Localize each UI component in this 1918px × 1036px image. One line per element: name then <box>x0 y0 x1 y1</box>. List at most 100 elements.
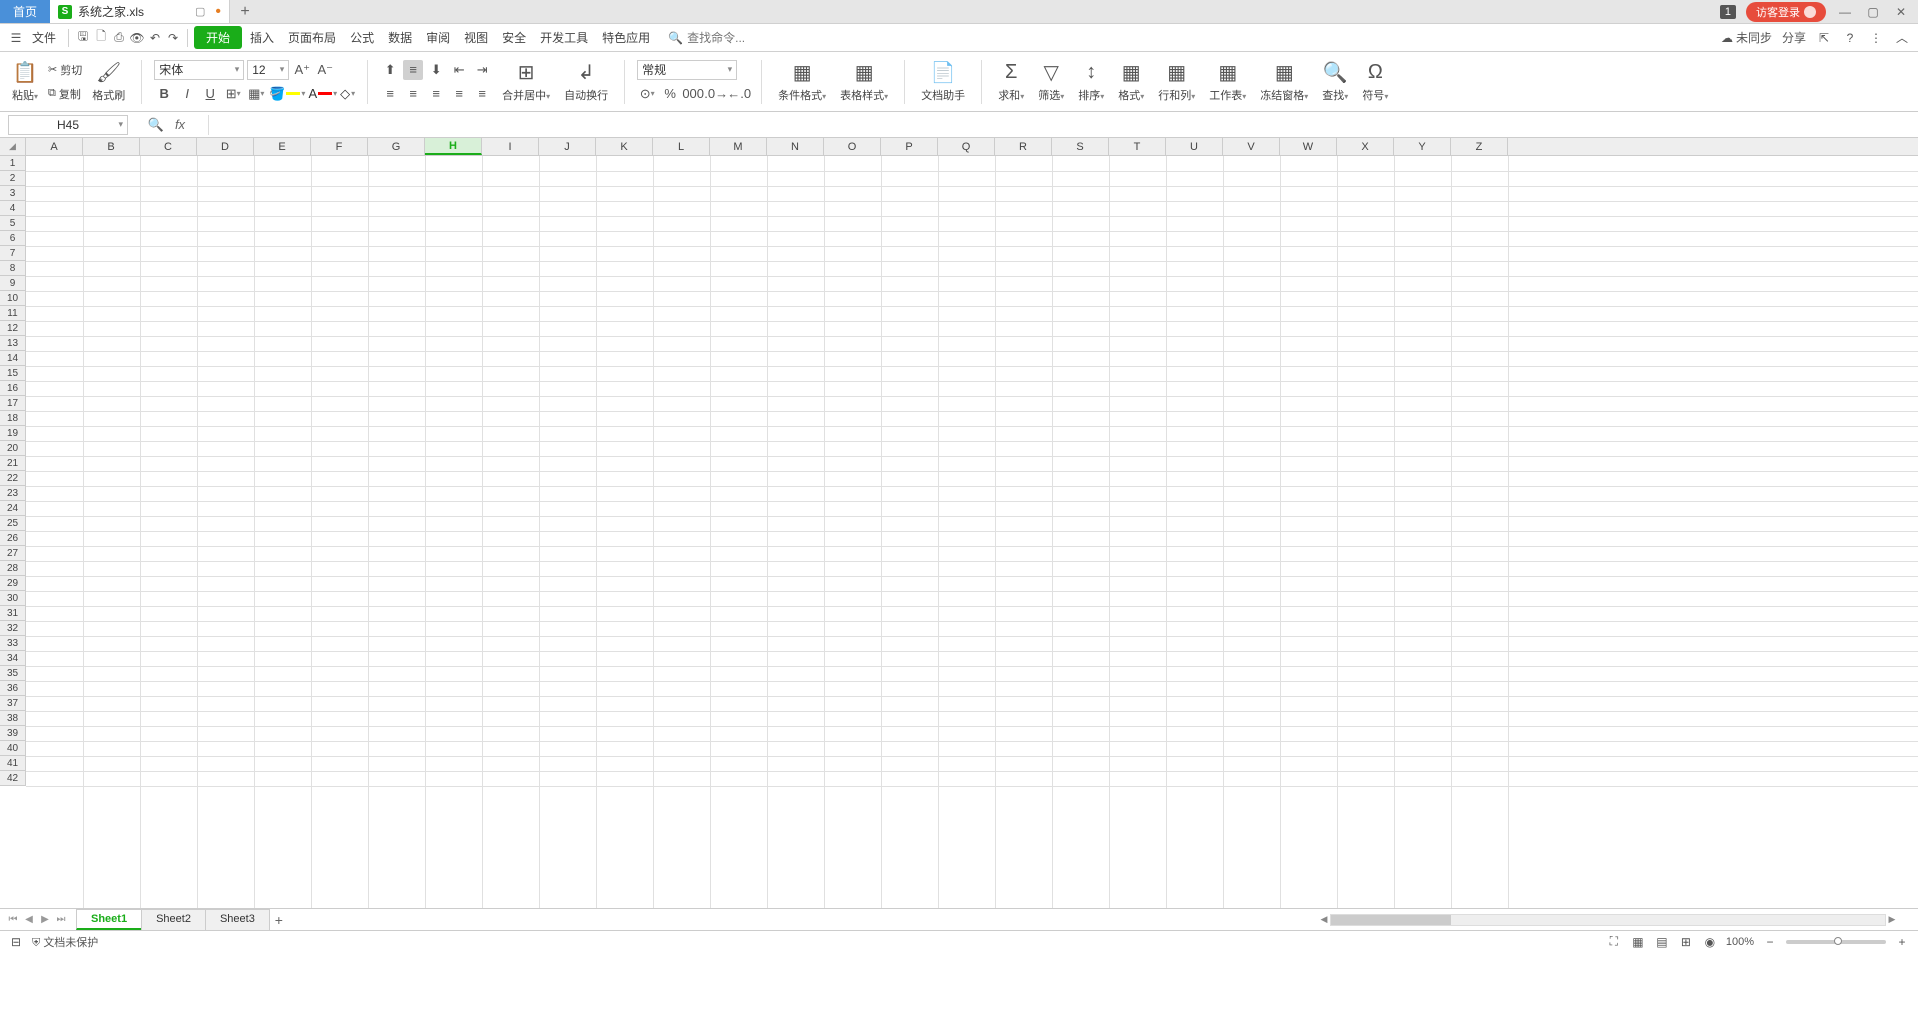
row-header[interactable]: 36 <box>0 681 25 696</box>
row-header[interactable]: 4 <box>0 201 25 216</box>
increase-decimal-button[interactable]: .0→ <box>706 84 726 104</box>
row-header[interactable]: 26 <box>0 531 25 546</box>
normal-view-icon[interactable]: ▦ <box>1630 934 1646 950</box>
row-header[interactable]: 8 <box>0 261 25 276</box>
column-header[interactable]: K <box>596 138 653 155</box>
increase-font-icon[interactable]: A⁺ <box>292 60 312 80</box>
file-tab[interactable]: S 系统之家.xls ▢ • <box>50 0 230 23</box>
row-header[interactable]: 10 <box>0 291 25 306</box>
row-header[interactable]: 35 <box>0 666 25 681</box>
tab-formula[interactable]: 公式 <box>344 26 380 49</box>
column-header[interactable]: C <box>140 138 197 155</box>
tab-view[interactable]: 视图 <box>458 26 494 49</box>
zoom-out-button[interactable]: − <box>1762 934 1778 950</box>
column-header[interactable]: B <box>83 138 140 155</box>
column-header[interactable]: U <box>1166 138 1223 155</box>
tab-page-layout[interactable]: 页面布局 <box>282 26 342 49</box>
column-header[interactable]: T <box>1109 138 1166 155</box>
column-header[interactable]: F <box>311 138 368 155</box>
find-button[interactable]: 🔍查找▾ <box>1318 59 1352 105</box>
page-layout-icon[interactable]: ▤ <box>1654 934 1670 950</box>
more-icon[interactable]: ⋮ <box>1868 30 1884 46</box>
column-header[interactable]: N <box>767 138 824 155</box>
row-header[interactable]: 30 <box>0 591 25 606</box>
row-header[interactable]: 31 <box>0 606 25 621</box>
symbol-button[interactable]: Ω符号▾ <box>1358 59 1392 105</box>
horizontal-scrollbar[interactable]: ◀▶ <box>1318 913 1898 927</box>
select-all-corner[interactable]: ◢ <box>0 138 26 156</box>
tab-start[interactable]: 开始 <box>194 26 242 49</box>
filter-button[interactable]: ▽筛选▾ <box>1034 59 1068 105</box>
file-menu[interactable]: 文件 <box>26 26 62 49</box>
command-search[interactable]: 🔍 <box>668 31 787 45</box>
maximize-button[interactable]: ▢ <box>1864 3 1882 21</box>
italic-button[interactable]: I <box>177 84 197 104</box>
tab-special[interactable]: 特色应用 <box>596 26 656 49</box>
column-header[interactable]: Y <box>1394 138 1451 155</box>
decrease-decimal-button[interactable]: ←.0 <box>729 84 749 104</box>
column-header[interactable]: Z <box>1451 138 1508 155</box>
underline-button[interactable]: U <box>200 84 220 104</box>
print-icon[interactable]: ⎙ <box>111 30 127 46</box>
zoom-level[interactable]: 100% <box>1726 936 1754 948</box>
table-style-button[interactable]: ▦表格样式▾ <box>836 59 892 105</box>
row-col-button[interactable]: ▦行和列▾ <box>1154 59 1199 105</box>
worksheet-button[interactable]: ▦工作表▾ <box>1205 59 1250 105</box>
row-header[interactable]: 21 <box>0 456 25 471</box>
sheet-nav-last[interactable]: ⏭ <box>54 913 68 927</box>
sheet-tab[interactable]: Sheet1 <box>76 909 142 930</box>
column-header[interactable]: R <box>995 138 1052 155</box>
font-name-select[interactable]: 宋体▾ <box>154 60 244 80</box>
page-break-icon[interactable]: ⊞ <box>1678 934 1694 950</box>
align-distribute-button[interactable]: ≡ <box>472 84 492 104</box>
close-button[interactable]: ✕ <box>1892 3 1910 21</box>
row-header[interactable]: 16 <box>0 381 25 396</box>
cut-button[interactable]: ✂剪切 <box>45 60 85 80</box>
column-header[interactable]: E <box>254 138 311 155</box>
save-as-icon[interactable]: 🗋 <box>93 30 109 46</box>
formula-input[interactable] <box>208 115 1918 135</box>
row-header[interactable]: 37 <box>0 696 25 711</box>
column-header[interactable]: P <box>881 138 938 155</box>
row-header[interactable]: 7 <box>0 246 25 261</box>
decrease-font-icon[interactable]: A⁻ <box>315 60 335 80</box>
row-header[interactable]: 32 <box>0 621 25 636</box>
row-header[interactable]: 27 <box>0 546 25 561</box>
undo-icon[interactable]: ↶ <box>147 30 163 46</box>
column-header[interactable]: A <box>26 138 83 155</box>
new-tab-button[interactable]: + <box>230 0 260 23</box>
wrap-text-button[interactable]: ↲ 自动换行 <box>560 59 612 105</box>
share-button[interactable]: 分享 <box>1782 29 1806 46</box>
row-header[interactable]: 42 <box>0 771 25 786</box>
doc-helper-button[interactable]: 📄文档助手 <box>917 59 969 105</box>
collapse-ribbon-icon[interactable]: ︿ <box>1894 30 1910 46</box>
align-right-button[interactable]: ≡ <box>426 84 446 104</box>
row-header[interactable]: 11 <box>0 306 25 321</box>
row-header[interactable]: 39 <box>0 726 25 741</box>
sheet-nav-prev[interactable]: ◀ <box>22 913 36 927</box>
merge-center-button[interactable]: ⊞ 合并居中▾ <box>498 59 554 105</box>
column-header[interactable]: Q <box>938 138 995 155</box>
row-header[interactable]: 15 <box>0 366 25 381</box>
align-justify-button[interactable]: ≡ <box>449 84 469 104</box>
row-header[interactable]: 20 <box>0 441 25 456</box>
tab-review[interactable]: 审阅 <box>420 26 456 49</box>
sort-button[interactable]: ↕排序▾ <box>1074 59 1108 105</box>
paste-button[interactable]: 📋 粘贴▾ <box>8 59 42 105</box>
status-menu-icon[interactable]: ⊟ <box>8 934 24 950</box>
row-header[interactable]: 25 <box>0 516 25 531</box>
add-sheet-button[interactable]: + <box>269 912 289 928</box>
row-header[interactable]: 33 <box>0 636 25 651</box>
name-box[interactable]: H45▾ <box>8 115 128 135</box>
row-header[interactable]: 3 <box>0 186 25 201</box>
sheet-tab[interactable]: Sheet3 <box>205 909 270 930</box>
font-color-button[interactable]: A▾ <box>308 86 337 101</box>
border-button[interactable]: ⊞▾ <box>223 84 243 104</box>
row-header[interactable]: 2 <box>0 171 25 186</box>
sheet-nav-next[interactable]: ▶ <box>38 913 52 927</box>
copy-button[interactable]: ⧉复制 <box>45 84 85 104</box>
row-header[interactable]: 41 <box>0 756 25 771</box>
fill-color-button[interactable]: 🪣▾ <box>269 86 305 102</box>
print-preview-icon[interactable]: 👁 <box>129 30 145 46</box>
freeze-panes-button[interactable]: ▦冻结窗格▾ <box>1256 59 1312 105</box>
